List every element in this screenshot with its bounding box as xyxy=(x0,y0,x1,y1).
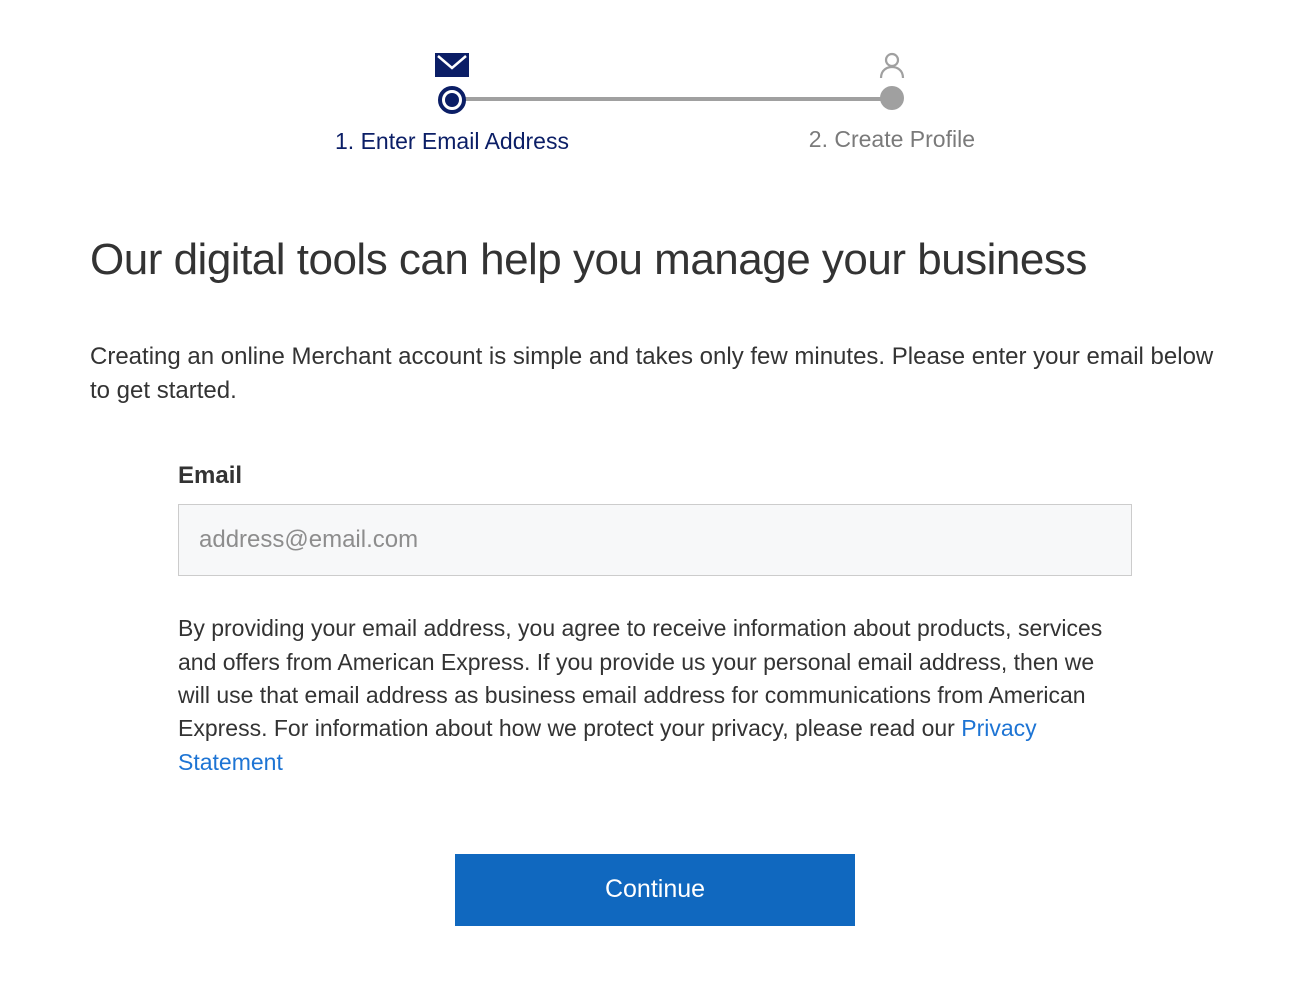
email-label: Email xyxy=(178,462,1132,490)
step-2-create-profile: 2. Create Profile xyxy=(809,50,975,155)
step-1-enter-email: 1. Enter Email Address xyxy=(335,50,569,155)
email-form: Email By providing your email address, y… xyxy=(90,462,1220,926)
continue-button[interactable]: Continue xyxy=(455,854,855,926)
envelope-icon xyxy=(435,50,469,80)
step-2-dot xyxy=(880,86,904,110)
step-2-label: 2. Create Profile xyxy=(809,126,975,153)
step-1-dot xyxy=(438,86,466,114)
email-disclaimer: By providing your email address, you agr… xyxy=(178,612,1132,779)
email-input[interactable] xyxy=(178,504,1132,576)
button-row: Continue xyxy=(178,854,1132,926)
page-subtext: Creating an online Merchant account is s… xyxy=(90,340,1220,407)
page-heading: Our digital tools can help you manage yo… xyxy=(90,235,1220,285)
stepper-inner: 1. Enter Email Address 2. Create Profile xyxy=(335,50,975,155)
person-icon xyxy=(878,50,906,80)
progress-stepper: 1. Enter Email Address 2. Create Profile xyxy=(90,50,1220,155)
page-container: 1. Enter Email Address 2. Create Profile… xyxy=(0,0,1310,976)
step-1-label: 1. Enter Email Address xyxy=(335,128,569,155)
